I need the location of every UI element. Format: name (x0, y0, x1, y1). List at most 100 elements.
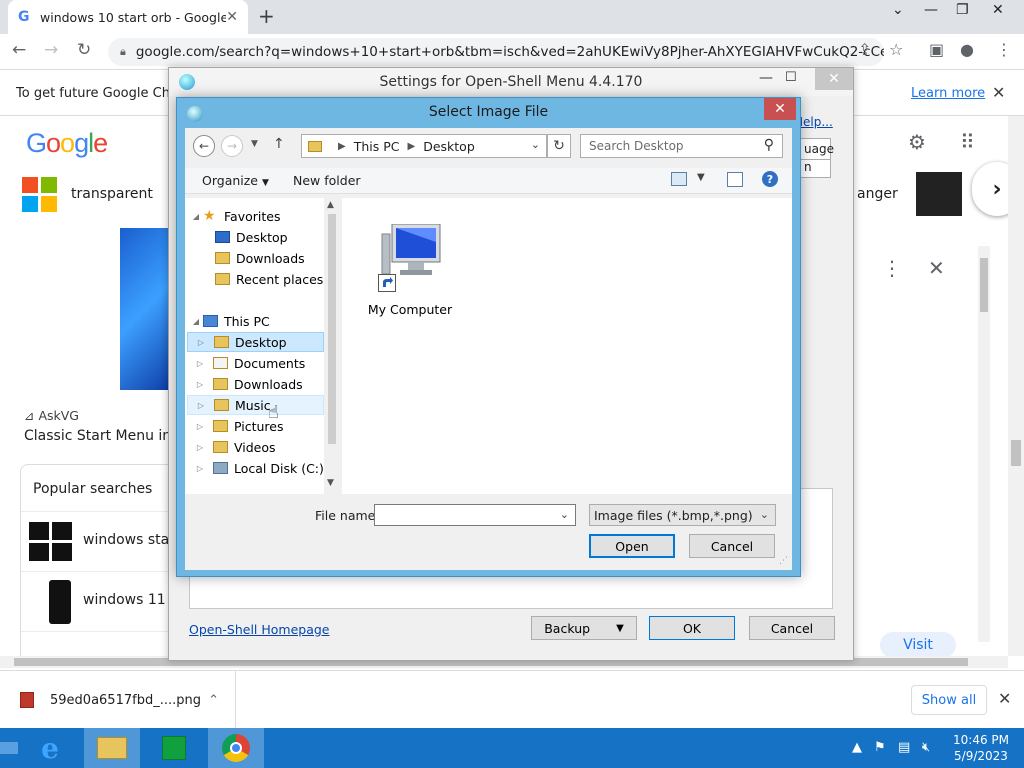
list-item[interactable]: windows 11 st (21, 571, 183, 631)
tree-pc-documents[interactable]: ▷ Documents (187, 353, 327, 373)
result-title[interactable]: Classic Start Menu in W (24, 428, 189, 444)
expand-icon[interactable]: ▷ (187, 422, 213, 431)
tree-pc-local-disk[interactable]: ▷ Local Disk (C:) (187, 458, 327, 478)
expand-icon[interactable]: ▷ (187, 359, 213, 368)
open-shell-homepage-link[interactable]: Open-Shell Homepage (189, 622, 330, 637)
tree-pc-downloads[interactable]: ▷ Downloads (187, 374, 327, 394)
tree-favorites[interactable]: ◢ ★ Favorites (189, 206, 329, 226)
view-dropdown-icon[interactable]: ▼ (697, 172, 705, 183)
show-all-button[interactable]: Show all (911, 685, 987, 715)
dialog-close-icon[interactable]: ✕ (764, 98, 796, 120)
menu-kebab-icon[interactable]: ⋮ (996, 40, 1012, 59)
file-name-input[interactable]: ⌄ (374, 504, 576, 526)
scroll-thumb[interactable] (328, 214, 336, 444)
ok-button[interactable]: OK (649, 616, 735, 640)
action-center-icon[interactable]: ⚑ (874, 740, 886, 755)
download-bar-close-icon[interactable]: ✕ (998, 689, 1011, 708)
chevron-up-icon[interactable]: ⌃ (208, 693, 219, 708)
system-clock[interactable]: 10:46 PM 5/9/2023 (948, 732, 1014, 764)
resize-grip-icon[interactable]: ⋰ (779, 556, 788, 566)
more-options-icon[interactable]: ⋮ (882, 256, 902, 280)
reload-icon[interactable]: ↻ (77, 40, 91, 60)
scroll-up-icon[interactable]: ▲ (327, 200, 334, 210)
result-image[interactable] (120, 228, 170, 390)
recent-locations-icon[interactable]: ▼ (251, 139, 258, 149)
file-type-select[interactable]: Image files (*.bmp,*.png) ⌄ (589, 504, 776, 526)
share-icon[interactable]: ⇪ (858, 40, 871, 59)
nav-pane-scrollbar[interactable]: ▲ ▼ (324, 198, 340, 494)
store-icon[interactable] (146, 728, 202, 768)
tree-pc-pictures[interactable]: ▷ Pictures (187, 416, 327, 436)
expand-icon[interactable]: ▷ (187, 464, 213, 473)
infobar-close-icon[interactable]: ✕ (992, 83, 1005, 102)
file-item-my-computer[interactable]: My Computer (362, 224, 458, 324)
expand-icon[interactable]: ▷ (188, 401, 214, 410)
settings-maximize-icon[interactable]: ☐ (785, 70, 797, 85)
cancel-button[interactable]: Cancel (689, 534, 775, 558)
profile-avatar-icon[interactable]: ● (960, 40, 974, 59)
expand-icon[interactable]: ▷ (187, 380, 213, 389)
visit-button[interactable]: Visit (880, 632, 956, 658)
settings-gear-icon[interactable]: ⚙ (908, 130, 926, 154)
chrome-icon[interactable] (208, 728, 264, 768)
tree-this-pc[interactable]: ◢ This PC (189, 311, 329, 331)
back-arrow-icon[interactable]: ← (193, 135, 215, 157)
volume-muted-icon[interactable]: 🔇︎ (922, 740, 930, 755)
address-bar[interactable]: 🔒︎ google.com/search?q=windows+10+start+… (108, 38, 884, 66)
side-panel-icon[interactable]: ▣ (929, 40, 944, 59)
organize-button[interactable]: Organize ▼ (202, 173, 269, 188)
view-options-icon[interactable] (671, 172, 687, 186)
tab-search-icon[interactable]: ⌄ (892, 2, 904, 18)
up-arrow-icon[interactable]: ↑ (273, 136, 285, 152)
preview-pane-icon[interactable] (727, 172, 743, 187)
chip-right-label[interactable]: anger (857, 186, 898, 202)
chip-thumbnail[interactable] (916, 172, 962, 216)
scroll-down-icon[interactable]: ▼ (327, 478, 334, 488)
refresh-icon[interactable]: ↻ (547, 134, 571, 158)
collapse-icon[interactable]: ◢ (189, 212, 203, 221)
minimize-icon[interactable]: — (924, 2, 938, 18)
download-item[interactable]: 59ed0a6517fbd_....png ⌃ (0, 671, 236, 729)
chip-transparent[interactable]: transparent (22, 170, 153, 218)
expand-icon[interactable]: ▷ (188, 338, 214, 347)
tree-fav-downloads[interactable]: Downloads (201, 248, 341, 268)
page-scrollbar[interactable] (1008, 116, 1024, 656)
tab-partial[interactable]: n (797, 160, 831, 178)
tree-pc-videos[interactable]: ▷ Videos (187, 437, 327, 457)
apps-grid-icon[interactable]: ⠿ (960, 130, 975, 154)
close-preview-icon[interactable]: ✕ (928, 256, 945, 280)
settings-minimize-icon[interactable]: — (759, 70, 773, 86)
bookmark-star-icon[interactable]: ☆ (889, 40, 903, 59)
settings-close-icon[interactable]: ✕ (815, 68, 853, 90)
file-name-dropdown-icon[interactable]: ⌄ (560, 508, 569, 521)
preview-scrollbar[interactable] (978, 246, 990, 642)
internet-explorer-icon[interactable]: e (22, 728, 78, 768)
back-icon[interactable]: ← (12, 40, 26, 60)
restore-icon[interactable]: ❐ (956, 2, 969, 18)
tree-fav-recent-places[interactable]: Recent places (201, 269, 341, 289)
list-item[interactable]: windows star (21, 511, 175, 571)
address-dropdown-icon[interactable]: ⌄ (531, 138, 540, 151)
forward-arrow-icon[interactable]: → (221, 135, 243, 157)
show-hidden-icons-icon[interactable]: ▲ (852, 740, 862, 755)
expand-icon[interactable]: ▷ (187, 443, 213, 452)
result-source[interactable]: ⊿ AskVG (24, 408, 79, 423)
address-breadcrumb[interactable]: ▶ This PC ▶ Desktop ⌄ (301, 134, 547, 158)
start-button[interactable] (0, 742, 18, 754)
forward-icon[interactable]: → (44, 40, 58, 60)
network-icon[interactable]: ▤ (898, 740, 910, 755)
settings-cancel-button[interactable]: Cancel (749, 616, 835, 640)
tree-pc-desktop[interactable]: ▷ Desktop (187, 332, 324, 352)
browser-tab[interactable]: G windows 10 start orb - Google S ✕ (8, 0, 248, 34)
collapse-icon[interactable]: ◢ (189, 317, 203, 326)
open-button[interactable]: Open (589, 534, 675, 558)
learn-more-link[interactable]: Learn more (911, 86, 985, 101)
tab-language[interactable]: uage (797, 138, 834, 160)
search-box[interactable]: Search Desktop ⚲ (580, 134, 783, 158)
tree-pc-music[interactable]: ▷ Music (187, 395, 324, 415)
file-explorer-icon[interactable] (84, 728, 140, 768)
new-folder-button[interactable]: New folder (293, 173, 361, 188)
new-tab-icon[interactable]: + (258, 4, 275, 28)
tab-close-icon[interactable]: ✕ (226, 9, 238, 25)
tree-fav-desktop[interactable]: Desktop (201, 227, 341, 247)
